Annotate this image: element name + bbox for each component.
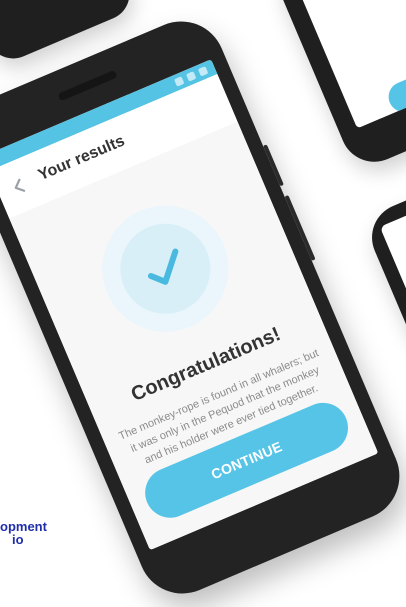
background-phone-top-right: [270, 0, 406, 172]
back-arrow-icon: [6, 173, 32, 199]
signal-icon: [174, 76, 184, 86]
background-phone-right-screen: [380, 185, 406, 352]
battery-icon: [198, 66, 208, 76]
back-arrow-icon[interactable]: [6, 173, 32, 199]
phone-side-button: [263, 144, 284, 186]
wifi-icon: [186, 71, 196, 81]
background-phone-screen: [294, 0, 406, 128]
background-continue-pill: [384, 46, 406, 117]
background-phone-right: [361, 173, 406, 358]
earpiece-speaker: [57, 70, 117, 102]
brand-text: opment io: [0, 520, 47, 546]
brand-line-2: io: [12, 533, 47, 546]
phone-screen: Your results Congratulations! The monkey…: [0, 59, 378, 550]
